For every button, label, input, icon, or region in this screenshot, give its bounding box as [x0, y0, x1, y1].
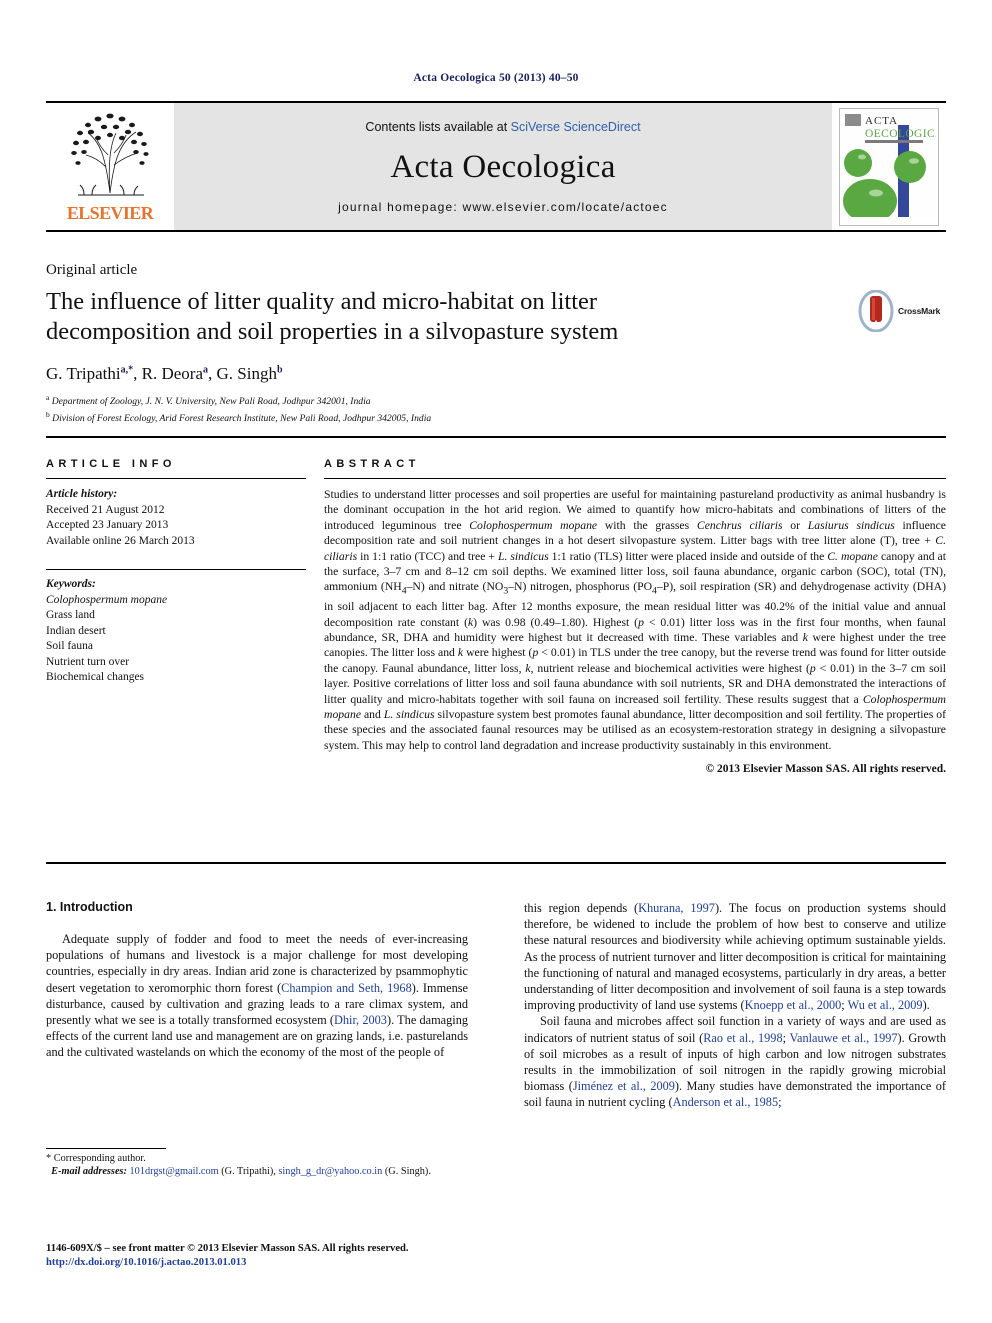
citation-link[interactable]: Champion and Seth, 1968	[281, 981, 412, 995]
abstract-column: ABSTRACT Studies to understand litter pr…	[324, 438, 946, 862]
divider	[46, 478, 306, 479]
contents-prefix: Contents lists available at	[365, 120, 511, 134]
keywords-block: Keywords: Colophospermum mopane Grass la…	[46, 577, 306, 686]
affiliation-a-text: Department of Zoology, J. N. V. Universi…	[51, 396, 371, 408]
corresponding-author-note: * Corresponding author.	[46, 1153, 146, 1164]
divider	[46, 569, 306, 570]
crossmark-label: CrossMark	[898, 306, 941, 316]
author-1: G. Tripathia,*	[46, 364, 134, 383]
keyword-item: Biochemical changes	[46, 671, 145, 683]
article-received: Received 21 August 2012	[46, 503, 165, 516]
email-owner-2: (G. Singh).	[384, 1166, 431, 1178]
article-page: Acta Oecologica 50 (2013) 40–50 ELSEVIER…	[0, 0, 992, 1323]
footnote-block: * Corresponding author. E-mail addresses…	[46, 1148, 468, 1179]
crossmark-icon	[858, 289, 894, 333]
elsevier-tree-icon	[58, 107, 162, 203]
citation-link[interactable]: Anderson et al., 1985	[673, 1095, 779, 1109]
keyword-item: Indian desert	[46, 624, 106, 637]
email-link-2[interactable]: singh_g_dr@yahoo.co.in	[278, 1166, 382, 1177]
intro-paragraph-left: Adequate supply of fodder and food to me…	[46, 932, 469, 1060]
email-addresses-note: E-mail addresses: 101drgst@gmail.com (G.…	[51, 1166, 431, 1178]
email-label: E-mail addresses:	[51, 1166, 127, 1178]
affiliation-b: b Division of Forest Ecology, Arid Fores…	[46, 409, 432, 424]
citation-link[interactable]: Dhir, 2003	[334, 1013, 387, 1027]
svg-text:OECOLOGICA: OECOLOGICA	[865, 128, 936, 140]
citation-link[interactable]: Wu et al., 2009	[848, 998, 923, 1012]
journal-cover-thumbnail: ACTA OECOLOGICA	[832, 103, 946, 230]
elsevier-wordmark: ELSEVIER	[66, 203, 154, 223]
contents-list-line: Contents lists available at SciVerse Sci…	[365, 120, 640, 134]
keyword-item: Nutrient turn over	[46, 655, 130, 668]
abstract-heading: ABSTRACT	[324, 458, 420, 470]
intro-paragraph-right-cont: this region depends (Khurana, 1997). The…	[524, 901, 946, 1013]
abstract-text: Studies to understand litter processes a…	[324, 488, 946, 752]
citation-link[interactable]: Jiménez et al., 2009	[573, 1079, 675, 1093]
body-column-right: this region depends (Khurana, 1997). The…	[524, 900, 946, 1180]
article-type: Original article	[46, 262, 138, 278]
author-3: G. Singhb	[216, 364, 283, 383]
keyword-item: Soil fauna	[46, 640, 93, 652]
author-2: R. Deoraa	[141, 364, 209, 383]
affiliation-a: a Department of Zoology, J. N. V. Univer…	[46, 393, 371, 408]
citation-link[interactable]: Khurana, 1997	[638, 901, 715, 915]
masthead-center: Contents lists available at SciVerse Sci…	[174, 103, 832, 230]
article-history: Article history: Received 21 August 2012…	[46, 487, 306, 549]
article-history-label: Article history:	[46, 488, 118, 500]
body-columns: 1. Introduction Adequate supply of fodde…	[46, 900, 946, 1180]
imprint-line: 1146-609X/$ – see front matter © 2013 El…	[46, 1243, 409, 1254]
intro-paragraph-right-2: Soil fauna and microbes affect soil func…	[524, 1014, 946, 1110]
article-accepted: Accepted 23 January 2013	[46, 519, 169, 531]
info-abstract-band: ARTICLE INFO Article history: Received 2…	[46, 436, 946, 864]
keywords-label: Keywords:	[46, 578, 96, 590]
running-head: Acta Oecologica 50 (2013) 40–50	[413, 72, 579, 84]
sciencedirect-link[interactable]: SciVerse ScienceDirect	[511, 120, 641, 134]
email-link-1[interactable]: 101drgst@gmail.com	[130, 1166, 219, 1177]
page-title: The influence of litter quality and micr…	[46, 288, 619, 345]
crossmark-badge[interactable]: CrossMark	[858, 288, 958, 334]
doi-link[interactable]: http://dx.doi.org/10.1016/j.actao.2013.0…	[46, 1256, 516, 1270]
article-info-column: ARTICLE INFO Article history: Received 2…	[46, 438, 324, 862]
abstract-copyright: © 2013 Elsevier Masson SAS. All rights r…	[705, 763, 946, 776]
imprint-block: 1146-609X/$ – see front matter © 2013 El…	[46, 1242, 516, 1270]
svg-text:ACTA: ACTA	[865, 115, 898, 127]
affiliation-b-text: Division of Forest Ecology, Arid Forest …	[52, 412, 432, 424]
citation-link[interactable]: Vanlauwe et al., 1997	[790, 1031, 898, 1045]
footnote-divider	[46, 1148, 166, 1149]
keyword-item: Colophospermum mopane	[46, 593, 168, 606]
citation-link[interactable]: Knoepp et al., 2000	[745, 998, 842, 1012]
article-available-online: Available online 26 March 2013	[46, 534, 195, 547]
article-info-heading: ARTICLE INFO	[46, 458, 176, 470]
keyword-item: Grass land	[46, 609, 95, 621]
author-list: G. Tripathia,*, R. Deoraa, G. Singhb	[46, 364, 283, 383]
email-owner-1: (G. Tripathi)	[221, 1166, 274, 1178]
body-column-left: 1. Introduction Adequate supply of fodde…	[46, 900, 468, 1180]
journal-homepage-link[interactable]: journal homepage: www.elsevier.com/locat…	[338, 200, 668, 214]
journal-masthead: ELSEVIER Contents lists available at Sci…	[46, 101, 946, 232]
elsevier-logo: ELSEVIER	[46, 103, 174, 230]
journal-title: Acta Oecologica	[390, 148, 616, 185]
section-heading-introduction: 1. Introduction	[46, 900, 133, 914]
divider	[324, 478, 946, 479]
affiliations: a Department of Zoology, J. N. V. Univer…	[46, 392, 431, 425]
citation-link[interactable]: Rao et al., 1998	[703, 1031, 782, 1045]
